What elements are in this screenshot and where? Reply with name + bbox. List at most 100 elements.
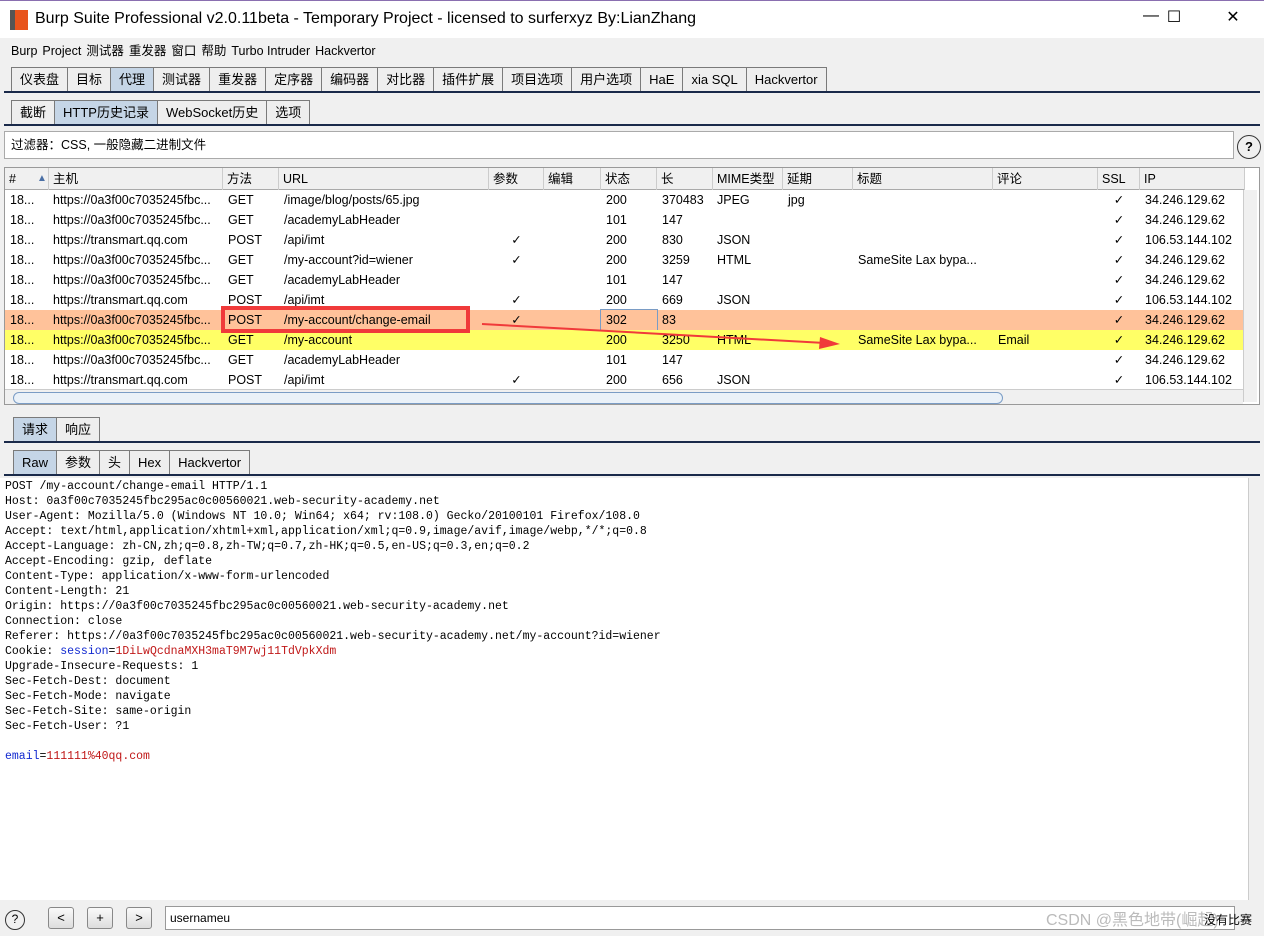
request-line: POST /my-account/change-email HTTP/1.1 (5, 480, 268, 493)
table-header: # 主机 方法 URL 参数 编辑 状态长 MIME类型 延期 标题 评论 SSL IP ▲ (5, 168, 1245, 190)
cell: /academyLabHeader (284, 353, 401, 367)
table-row[interactable]: 18... https://0a3f00c7035245fbc... GET/aca… (5, 270, 1245, 290)
tab-main[interactable]: 用户选项 (571, 67, 642, 92)
column-header[interactable]: 延期 (783, 168, 853, 190)
tab-request-response[interactable]: 响应 (56, 417, 101, 442)
annotation-arrow-icon (481, 323, 840, 349)
tab-proxy[interactable]: WebSocket历史 (156, 100, 268, 125)
scroll-thumb[interactable] (13, 392, 1003, 404)
menu-item[interactable]: Burp (11, 44, 37, 58)
request-editor[interactable]: POST /my-account/change-email HTTP/1.1 Ho… (0, 478, 1248, 900)
tab-view[interactable]: Hex (129, 450, 171, 475)
table-row[interactable]: 18... https://0a3f00c7035245fbc... GET/aca… (5, 350, 1245, 370)
tab-main[interactable]: 插件扩展 (433, 67, 504, 92)
column-header[interactable]: 编辑 (544, 168, 601, 190)
cell: 34.246.129.62 (1145, 193, 1225, 207)
tab-view[interactable]: 参数 (56, 450, 101, 475)
cell: https://0a3f00c7035245fbc... (53, 333, 211, 347)
filter-bar[interactable]: 过滤器：CSS, 一般隐藏二进制文件 (4, 131, 1234, 159)
menu-item[interactable]: 重发器 (129, 44, 167, 58)
column-header[interactable]: 状态 (601, 168, 657, 190)
column-header[interactable]: 方法 (223, 168, 279, 190)
divider (4, 441, 1260, 443)
column-header[interactable]: 长 (657, 168, 713, 190)
cell: 34.246.129.62 (1145, 273, 1225, 287)
request-line: Upgrade-Insecure-Requests: 1 (5, 660, 199, 673)
menu-item[interactable]: Hackvertor (315, 44, 375, 58)
tab-view[interactable]: Hackvertor (169, 450, 251, 475)
tab-request-response[interactable]: 请求 (13, 417, 58, 442)
tab-main[interactable]: 测试器 (153, 67, 211, 92)
menu-item[interactable]: 帮助 (201, 44, 226, 58)
column-header[interactable]: SSL (1098, 168, 1140, 190)
editor-vertical-scrollbar[interactable] (1248, 478, 1262, 900)
column-header[interactable]: IP (1140, 168, 1245, 190)
table-row[interactable]: 18... https://0a3f00c7035245fbc... GET/my-… (5, 250, 1245, 270)
cell: https://0a3f00c7035245fbc... (53, 253, 211, 267)
column-header[interactable]: 主机 (49, 168, 223, 190)
close-button[interactable]: ✕ (1210, 7, 1256, 27)
menu-item[interactable]: Project (42, 44, 81, 58)
cell: 101 (606, 213, 627, 227)
tab-view[interactable]: Raw (13, 450, 58, 475)
table-row[interactable]: 18... https://transmart.qq.com POST/api/im… (5, 370, 1245, 390)
cell: 656 (662, 373, 683, 387)
help-icon[interactable]: ? (5, 910, 25, 930)
column-header[interactable]: 参数 (489, 168, 544, 190)
tab-proxy[interactable]: HTTP历史记录 (54, 100, 158, 125)
cell: 147 (662, 273, 683, 287)
table-row[interactable]: 18... https://0a3f00c7035245fbc... GET/aca… (5, 210, 1245, 230)
cell: 18... (10, 373, 35, 387)
table-horizontal-scrollbar[interactable] (5, 389, 1243, 404)
tab-proxy[interactable]: 选项 (266, 100, 311, 125)
param-name: email (5, 750, 40, 763)
divider (4, 124, 1260, 126)
tab-main[interactable]: 重发器 (209, 67, 267, 92)
cell: 34.246.129.62 (1145, 313, 1225, 327)
cell: /api/imt (284, 233, 325, 247)
column-header[interactable]: 标题 (853, 168, 993, 190)
tab-main[interactable]: xia SQL (682, 67, 747, 92)
previous-match-button[interactable]: < (48, 907, 74, 929)
menu-item[interactable]: 窗口 (171, 44, 196, 58)
request-line: Accept-Language: zh-CN,zh;q=0.8,zh-TW;q=… (5, 540, 530, 553)
table-row[interactable]: 18... https://0a3f00c7035245fbc... GET/ima… (5, 190, 1245, 210)
table-row[interactable]: 18... https://transmart.qq.com POST/api/im… (5, 290, 1245, 310)
tab-main[interactable]: 编码器 (321, 67, 379, 92)
cell: ✓ (1113, 233, 1125, 247)
column-header[interactable]: URL (279, 168, 489, 190)
cell: https://0a3f00c7035245fbc... (53, 273, 211, 287)
column-header[interactable]: MIME类型 (713, 168, 783, 190)
cell: https://0a3f00c7035245fbc... (53, 213, 211, 227)
tab-main[interactable]: Hackvertor (745, 67, 827, 92)
sort-ascending-icon: ▲ (37, 173, 47, 184)
cell: 34.246.129.62 (1145, 333, 1225, 347)
cell: ✓ (1113, 333, 1125, 347)
add-button[interactable]: + (87, 907, 113, 929)
cookie-value: 1DiLwQcdnaMXH3maT9M7wj11TdVpkXdm (115, 645, 337, 658)
cell: 18... (10, 213, 35, 227)
tab-view[interactable]: 头 (99, 450, 131, 475)
tab-main[interactable]: HaE (640, 67, 684, 92)
cell: JSON (717, 293, 751, 307)
table-vertical-scrollbar[interactable] (1243, 190, 1257, 402)
menu-item[interactable]: Turbo Intruder (231, 44, 310, 58)
tab-main[interactable]: 对比器 (377, 67, 435, 92)
next-match-button[interactable]: > (126, 907, 152, 929)
request-line: Accept: text/html,application/xhtml+xml,… (5, 525, 647, 538)
table-row[interactable]: 18... https://transmart.qq.com POST/api/im… (5, 230, 1245, 250)
tab-main[interactable]: 代理 (110, 67, 155, 92)
tab-main[interactable]: 项目选项 (502, 67, 573, 92)
maximize-button[interactable]: ☐ (1151, 7, 1197, 27)
tab-main[interactable]: 仪表盘 (11, 67, 69, 92)
tab-main[interactable]: 目标 (67, 67, 112, 92)
tab-main[interactable]: 定序器 (265, 67, 323, 92)
cell: 830 (662, 233, 683, 247)
cell: ✓ (1113, 293, 1125, 307)
tab-proxy[interactable]: 截断 (11, 100, 56, 125)
column-header[interactable]: 评论 (993, 168, 1098, 190)
cell: ✓ (1113, 373, 1125, 387)
menu-item[interactable]: 测试器 (86, 44, 124, 58)
help-icon[interactable]: ? (1237, 135, 1261, 159)
param-value: 111111%40qq.com (46, 750, 150, 763)
